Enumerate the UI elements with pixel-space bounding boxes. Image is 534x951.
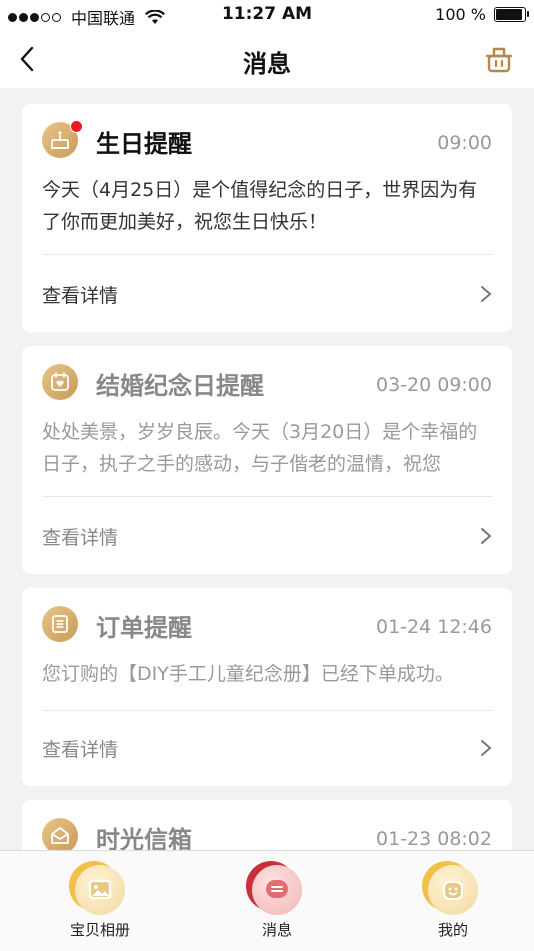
battery-status: 100 % (435, 5, 529, 24)
message-body: 今天（4月25日）是个值得纪念的日子，世界因为有了你而更加美好，祝您生日快乐！ (42, 179, 478, 233)
chevron-right-icon (481, 528, 492, 544)
divider (42, 710, 492, 711)
message-time: 01-24 12:46 (375, 616, 492, 638)
view-details-link[interactable]: 查看详情 (42, 506, 492, 566)
unread-dot (70, 120, 83, 133)
calendar-heart-icon (42, 364, 78, 400)
battery-icon (494, 7, 529, 22)
message-title: 结婚纪念日提醒 (96, 372, 264, 400)
message-card-time-mailbox[interactable]: 时光信箱 01-23 08:02 (22, 800, 512, 850)
tab-bar: 宝贝相册 消息 我的 (0, 850, 534, 951)
view-details-link[interactable]: 查看详情 (42, 264, 492, 324)
tab-baby-album[interactable]: 宝贝相册 (40, 851, 160, 951)
profile-icon (422, 861, 478, 915)
view-details-link[interactable]: 查看详情 (42, 718, 492, 778)
message-title: 生日提醒 (96, 130, 192, 158)
trash-icon[interactable] (484, 44, 514, 74)
order-list-icon (42, 606, 78, 642)
message-time: 09:00 (437, 132, 492, 154)
message-title: 订单提醒 (96, 614, 192, 642)
message-card-order[interactable]: 订单提醒 01-24 12:46 您订购的【DIY手工儿童纪念册】已经下单成功。… (22, 588, 512, 786)
view-details-label: 查看详情 (42, 284, 119, 307)
view-details-label: 查看详情 (42, 526, 119, 549)
tab-label: 宝贝相册 (69, 921, 130, 939)
message-body: 您订购的【DIY手工儿童纪念册】已经下单成功。 (42, 663, 454, 685)
view-details-label: 查看详情 (42, 738, 119, 761)
message-card-anniversary[interactable]: 结婚纪念日提醒 03-20 09:00 处处美景，岁岁良辰。今天（3月20日）是… (22, 346, 512, 574)
message-title: 时光信箱 (96, 826, 192, 850)
chevron-right-icon (481, 286, 492, 302)
tab-label: 消息 (261, 921, 292, 939)
message-time: 01-23 08:02 (375, 828, 492, 850)
photo-album-icon (69, 861, 125, 915)
tab-profile[interactable]: 我的 (393, 851, 513, 951)
tab-label: 我的 (437, 921, 468, 939)
chevron-right-icon (481, 740, 492, 756)
divider (42, 496, 492, 497)
mailbox-icon (42, 818, 78, 850)
page-title: 消息 (243, 50, 291, 78)
battery-percent: 100 % (435, 5, 486, 24)
divider (42, 254, 492, 255)
message-icon (246, 861, 302, 915)
tab-messages[interactable]: 消息 (217, 851, 337, 951)
message-list[interactable]: 生日提醒 09:00 今天（4月25日）是个值得纪念的日子，世界因为有了你而更加… (0, 88, 534, 850)
status-bar: 中国联通 11:27 AM 100 % (0, 0, 534, 30)
nav-bar: 消息 (0, 30, 534, 88)
message-body: 处处美景，岁岁良辰。今天（3月20日）是个幸福的日子，执子之手的感动，与子偕老的… (42, 421, 478, 475)
message-card-birthday[interactable]: 生日提醒 09:00 今天（4月25日）是个值得纪念的日子，世界因为有了你而更加… (22, 104, 512, 332)
message-time: 03-20 09:00 (375, 374, 492, 396)
